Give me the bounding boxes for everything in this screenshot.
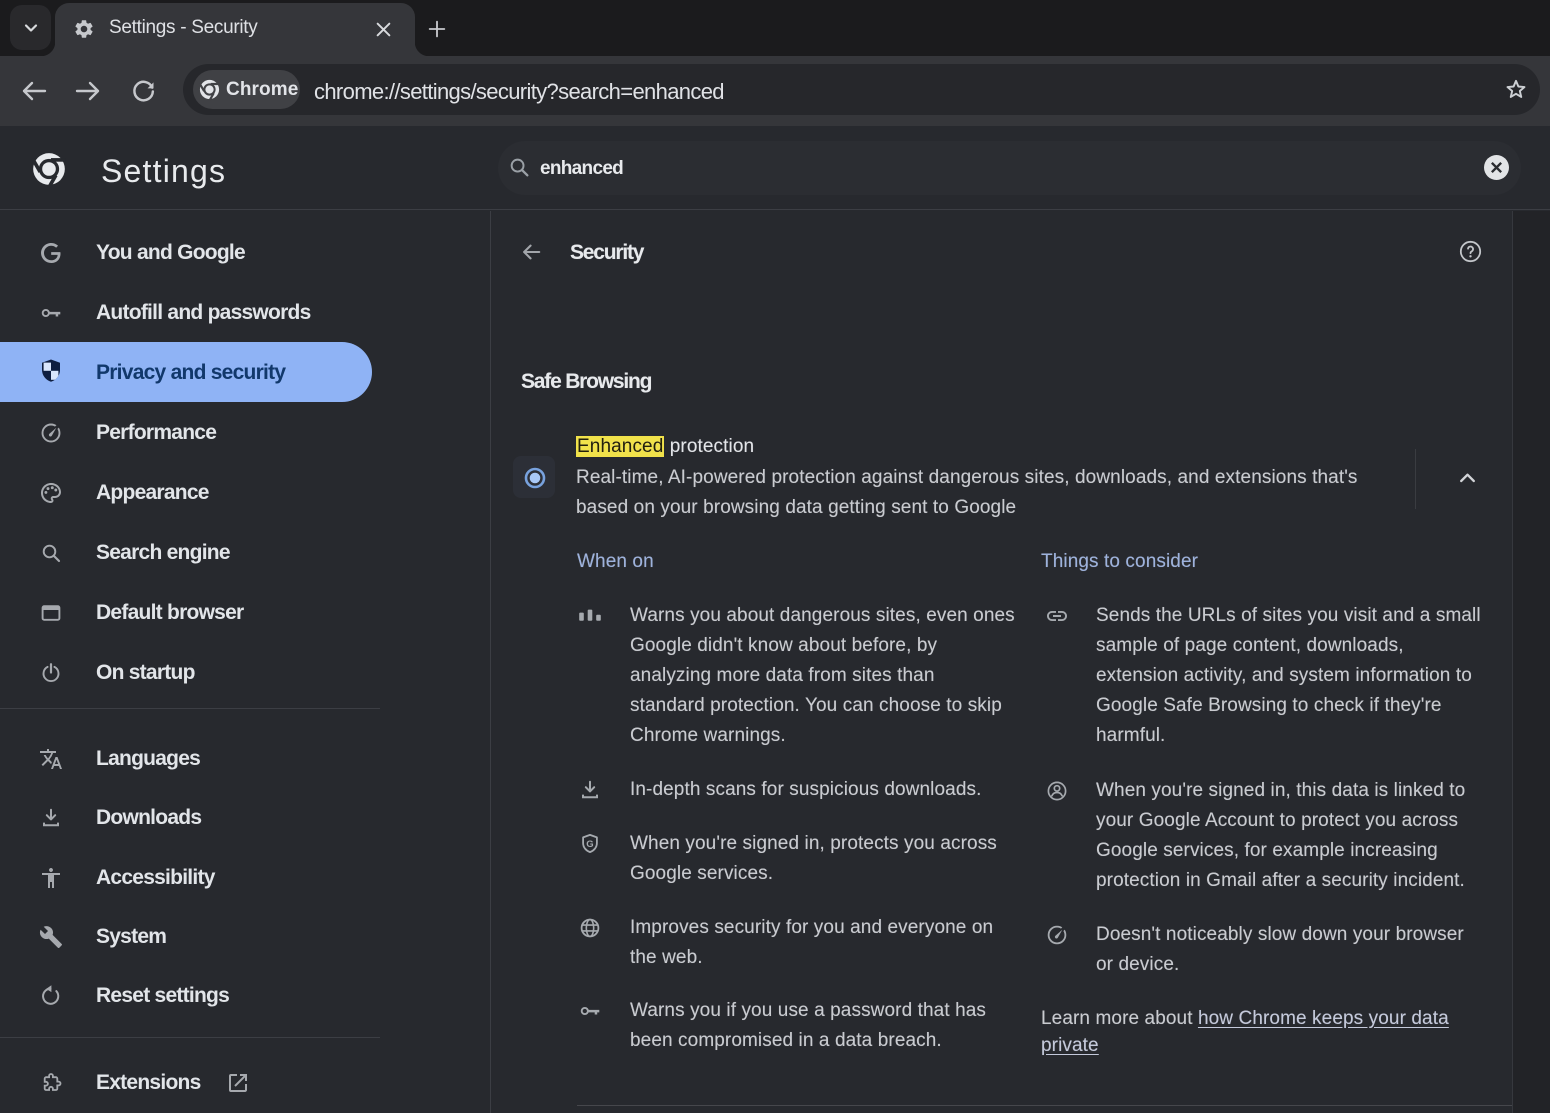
svg-text:G: G	[586, 839, 593, 850]
